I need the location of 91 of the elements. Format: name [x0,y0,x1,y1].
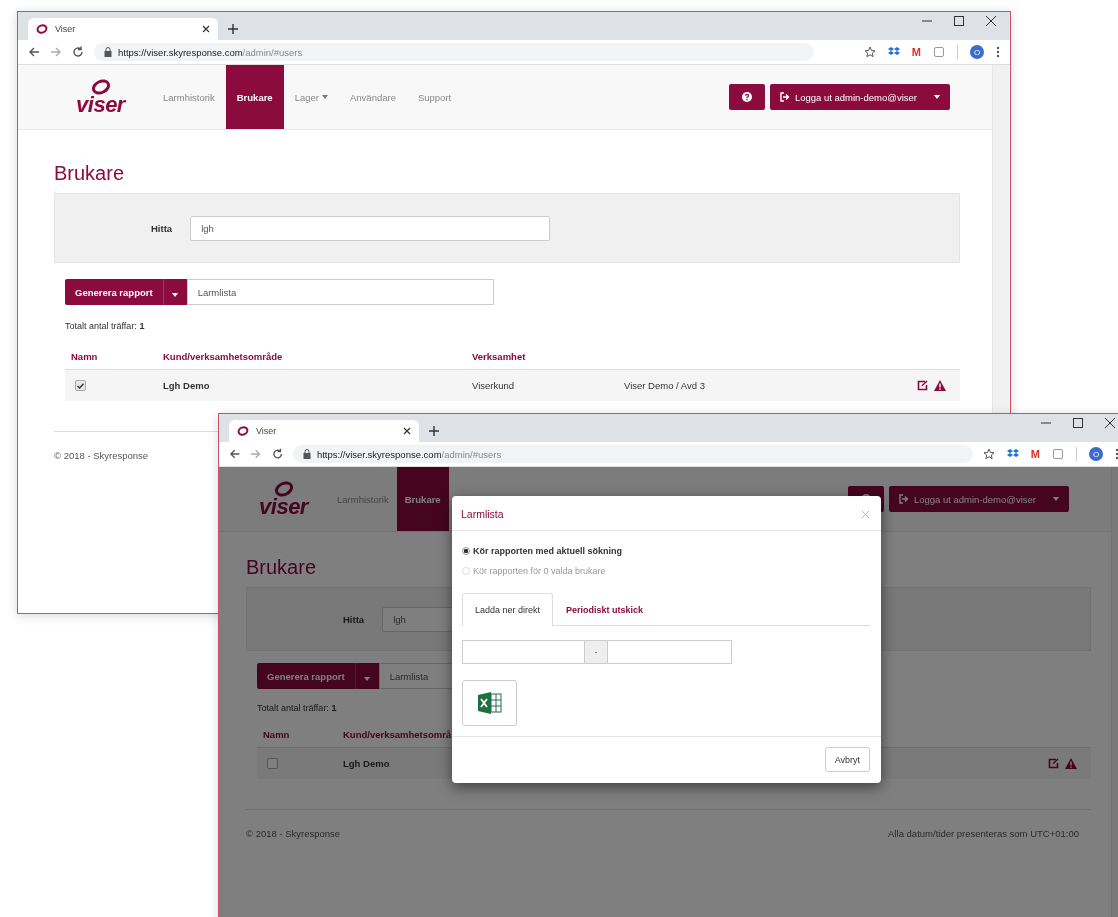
caret-icon [364,676,371,681]
cancel-button[interactable]: Avbryt [824,747,870,772]
ring-icon [272,481,295,497]
search-label: Hitta [151,222,173,234]
spreadsheet-icon [477,692,502,714]
page-title: Brukare [246,556,317,579]
nav-tab[interactable]: Support [406,65,463,129]
nav-tab[interactable]: Brukare [396,467,449,531]
box-icon[interactable] [887,46,900,58]
close-icon[interactable] [403,427,411,435]
end-date-field[interactable] [607,640,732,664]
caret-icon [934,95,940,99]
star-icon[interactable] [982,448,995,460]
profile-avatar[interactable]: O [1089,447,1103,461]
results-count: Totalt antal träffar: 1 [65,321,146,331]
extension-icon[interactable] [933,46,945,58]
nav-tab[interactable]: Lager [283,65,339,129]
logout-button[interactable]: Logga ut admin-demo@viser [769,84,950,110]
copyright-text: © 2018 - Skyresponse [246,828,341,839]
menu-icon[interactable] [1115,448,1118,460]
box-icon[interactable] [1006,448,1019,460]
caret-icon [322,95,328,99]
menu-icon[interactable] [996,46,1000,58]
plus-icon[interactable] [429,426,439,436]
checkbox[interactable] [75,380,86,391]
ring-icon [89,79,112,95]
address-bar[interactable]: https://viser.skyresponse.com/admin/#users [94,43,814,61]
excel-export-button[interactable] [462,680,517,726]
close-icon[interactable] [202,25,210,33]
dialog-tab[interactable]: Periodiskt utskick [553,593,657,625]
extension-letter[interactable]: M [911,46,921,58]
table-cell-text: Viserkund [472,380,516,391]
logo-wordmark: viser [259,497,308,517]
profile-avatar[interactable]: O [970,45,984,59]
timezone-note: Alla datum/tider presenteras som UTC+01:00 [888,828,1079,839]
caret-icon [172,292,179,297]
table-cell-text: Lgh Demo [343,758,391,769]
maximize-icon[interactable] [1073,418,1083,428]
help-button[interactable] [728,84,765,110]
radio-button[interactable] [462,547,470,555]
extension-icon[interactable] [1052,448,1064,460]
copyright-text: © 2018 - Skyresponse [54,450,149,461]
search-field[interactable]: lgh [190,215,551,241]
generate-report-button[interactable]: Generera rapport [257,663,355,689]
browser-tab[interactable]: Viser [229,420,419,442]
lock-icon [302,449,311,459]
nav-tab[interactable]: Larmhistorik [152,65,226,129]
search-label: Hitta [343,613,365,625]
generate-report-button[interactable]: Generera rapport [65,279,163,305]
logo-wordmark: viser [76,95,125,115]
edit-icon[interactable] [917,380,928,391]
warning-icon[interactable] [1065,758,1077,769]
radio-option[interactable]: Kör rapporten med aktuell sökning [462,541,870,561]
star-icon[interactable] [863,46,876,58]
dialog-tab[interactable]: Ladda ner direkt [462,593,554,626]
back-arrow-icon[interactable] [28,46,40,58]
caret-icon [1053,497,1059,501]
column-header[interactable]: Namn [263,728,343,740]
logout-icon [898,494,909,504]
browser-tab[interactable]: Viser [28,18,218,40]
maximize-icon[interactable] [954,16,964,26]
edit-icon[interactable] [1048,758,1059,769]
logout-icon [779,92,790,102]
nav-tab[interactable]: Brukare [225,65,284,129]
ring-icon [36,23,48,35]
table-row[interactable]: Lgh Demo Viserkund Viser Demo / Avd 3 [65,370,960,401]
checkbox[interactable] [267,758,278,769]
table-cell-text: Viser Demo / Avd 3 [624,380,706,391]
back-arrow-icon[interactable] [229,448,241,460]
logout-button[interactable]: Logga ut admin-demo@viser [888,486,1069,512]
dialog-title: Larmlista [461,508,504,520]
reload-icon[interactable] [271,448,283,460]
page-title: Brukare [54,162,125,185]
results-count: Totalt antal träffar: 1 [257,703,338,713]
warning-icon[interactable] [934,380,946,391]
lock-icon [104,47,112,57]
plus-icon[interactable] [228,24,238,34]
address-bar[interactable]: https://viser.skyresponse.com/admin/#users [292,445,973,463]
nav-tab[interactable]: Användare [339,65,407,129]
close-icon[interactable] [986,16,996,26]
reload-icon[interactable] [72,46,84,58]
report-field[interactable]: Larmlista [186,279,494,305]
range-separator: - [585,640,607,664]
column-header[interactable]: Kund/verksamhetsområde [163,350,472,362]
extension-letter[interactable]: M [1030,448,1040,460]
table-cell-text: Lgh Demo [163,380,211,391]
column-header[interactable]: Verksamhet [472,350,624,362]
start-date-field[interactable] [462,640,585,664]
column-header[interactable]: Namn [71,350,163,362]
ring-icon [237,425,249,437]
close-icon[interactable] [1105,418,1115,428]
